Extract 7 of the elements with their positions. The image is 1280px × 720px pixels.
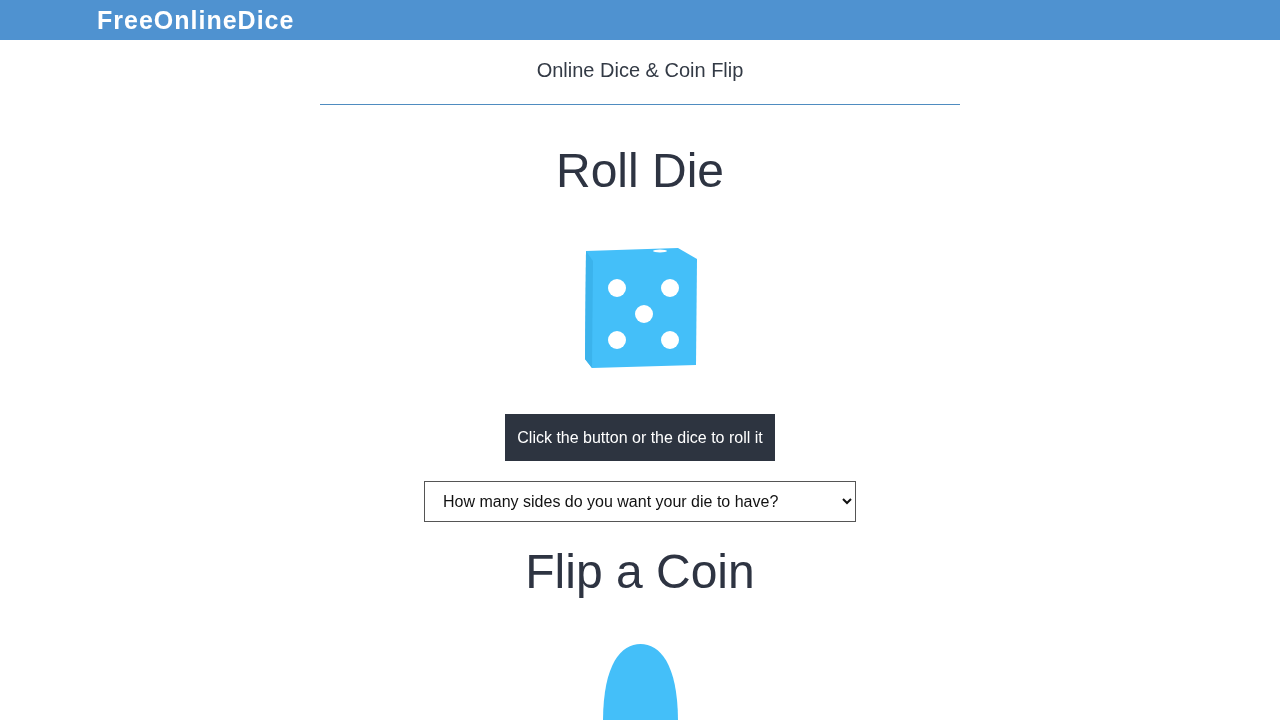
- sides-select[interactable]: How many sides do you want your die to have?: [424, 481, 856, 522]
- page-subtitle: Online Dice & Coin Flip: [536, 59, 744, 83]
- coin-icon[interactable]: [602, 644, 678, 720]
- section-heading: Roll Die: [555, 143, 724, 199]
- die-icon[interactable]: [583, 247, 697, 369]
- roll-button[interactable]: Click the button or the dice to roll it: [505, 414, 775, 461]
- section-heading: Flip a Coin: [525, 544, 755, 600]
